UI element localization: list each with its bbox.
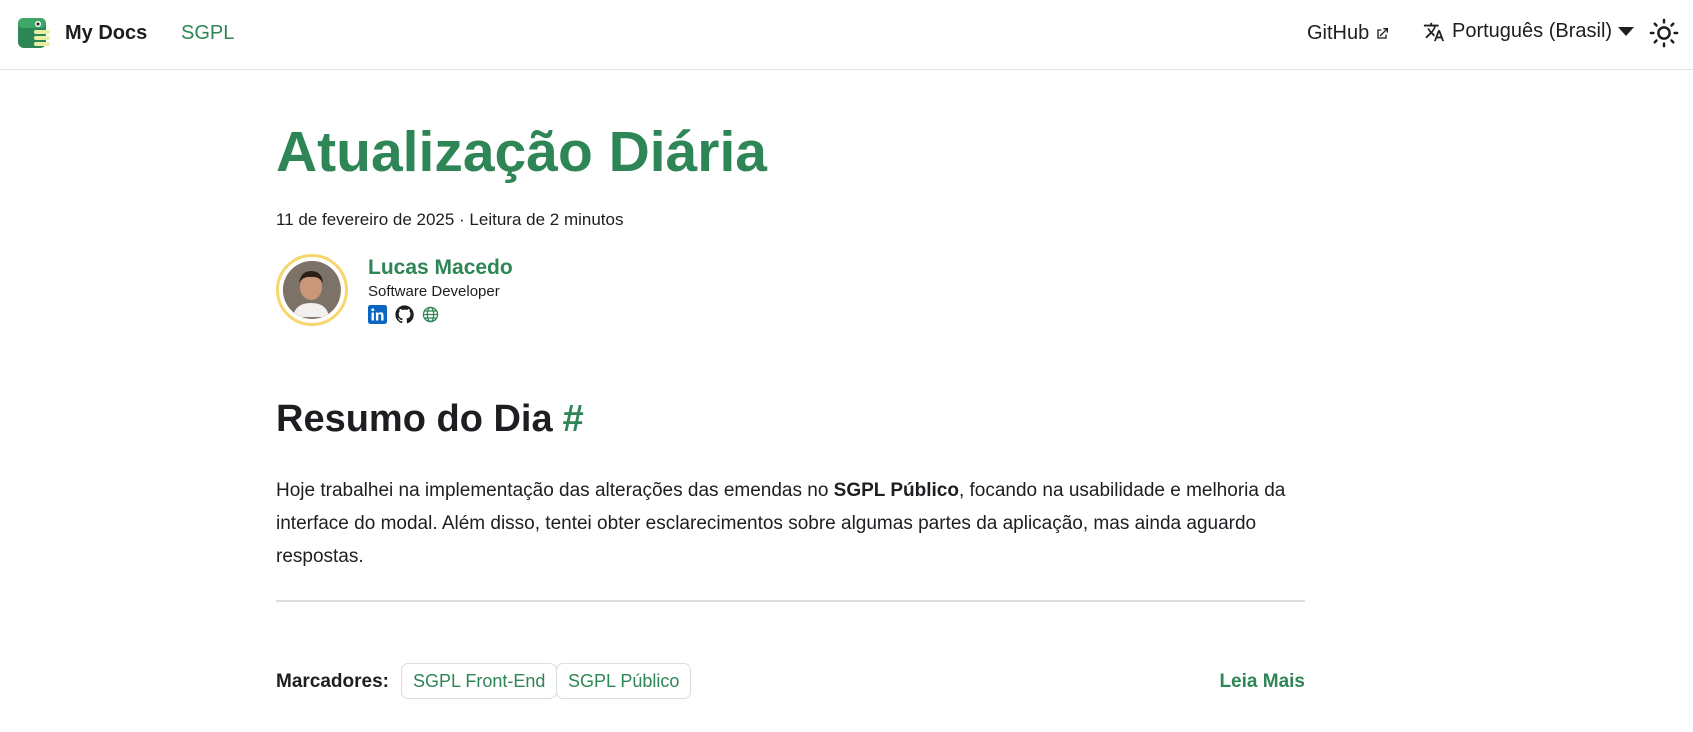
logo-icon [18, 18, 50, 48]
author-name[interactable]: Lucas Macedo [368, 256, 513, 280]
paragraph-text-before: Hoje trabalhei na implementação das alte… [276, 480, 834, 501]
globe-icon[interactable] [422, 306, 439, 323]
github-icon[interactable] [395, 305, 414, 324]
nav-link-sgpl[interactable]: SGPL [181, 22, 234, 45]
post-meta: 11 de fevereiro de 2025 · Leitura de 2 m… [276, 210, 624, 229]
paragraph-bold-text: SGPL Público [833, 480, 959, 501]
language-label: Português (Brasil) [1452, 20, 1613, 42]
post-title: Atualização Diária [276, 120, 768, 184]
translate-icon [1423, 22, 1445, 41]
post-footer: Marcadores: SGPL Front-End SGPL Público … [276, 663, 1305, 699]
avatar-photo-icon [283, 261, 339, 317]
github-link-label: GitHub [1307, 22, 1370, 44]
external-link-icon [1377, 27, 1389, 39]
author-socials [368, 305, 513, 324]
post-paragraph: Hoje trabalhei na implementação das alte… [276, 474, 1305, 573]
brand-link[interactable]: My Docs [16, 16, 147, 50]
theme-toggle-sun-icon[interactable] [1649, 18, 1679, 48]
tag-sgpl-front-end[interactable]: SGPL Front-End [401, 663, 558, 699]
avatar[interactable] [276, 254, 348, 326]
section-heading: Resumo do Dia # [276, 398, 584, 441]
language-dropdown[interactable]: Português (Brasil) [1423, 20, 1635, 43]
tag-sgpl-publico[interactable]: SGPL Público [556, 663, 692, 699]
chevron-down-icon [1618, 27, 1635, 36]
divider [276, 600, 1305, 602]
read-more-link[interactable]: Leia Mais [1219, 671, 1305, 693]
brand-title: My Docs [65, 21, 148, 44]
tags-label: Marcadores: [276, 671, 389, 692]
section-heading-text: Resumo do Dia [276, 398, 553, 440]
author-card: Lucas Macedo Software Developer [276, 254, 513, 326]
heading-anchor-link[interactable]: # [563, 398, 584, 440]
github-link[interactable]: GitHub [1307, 22, 1390, 45]
avatar-image [283, 261, 341, 319]
author-info: Lucas Macedo Software Developer [368, 256, 513, 326]
navbar: My Docs SGPL GitHub Português (Brasil) [0, 0, 1693, 70]
linkedin-icon[interactable] [368, 305, 387, 324]
author-role: Software Developer [368, 283, 500, 300]
